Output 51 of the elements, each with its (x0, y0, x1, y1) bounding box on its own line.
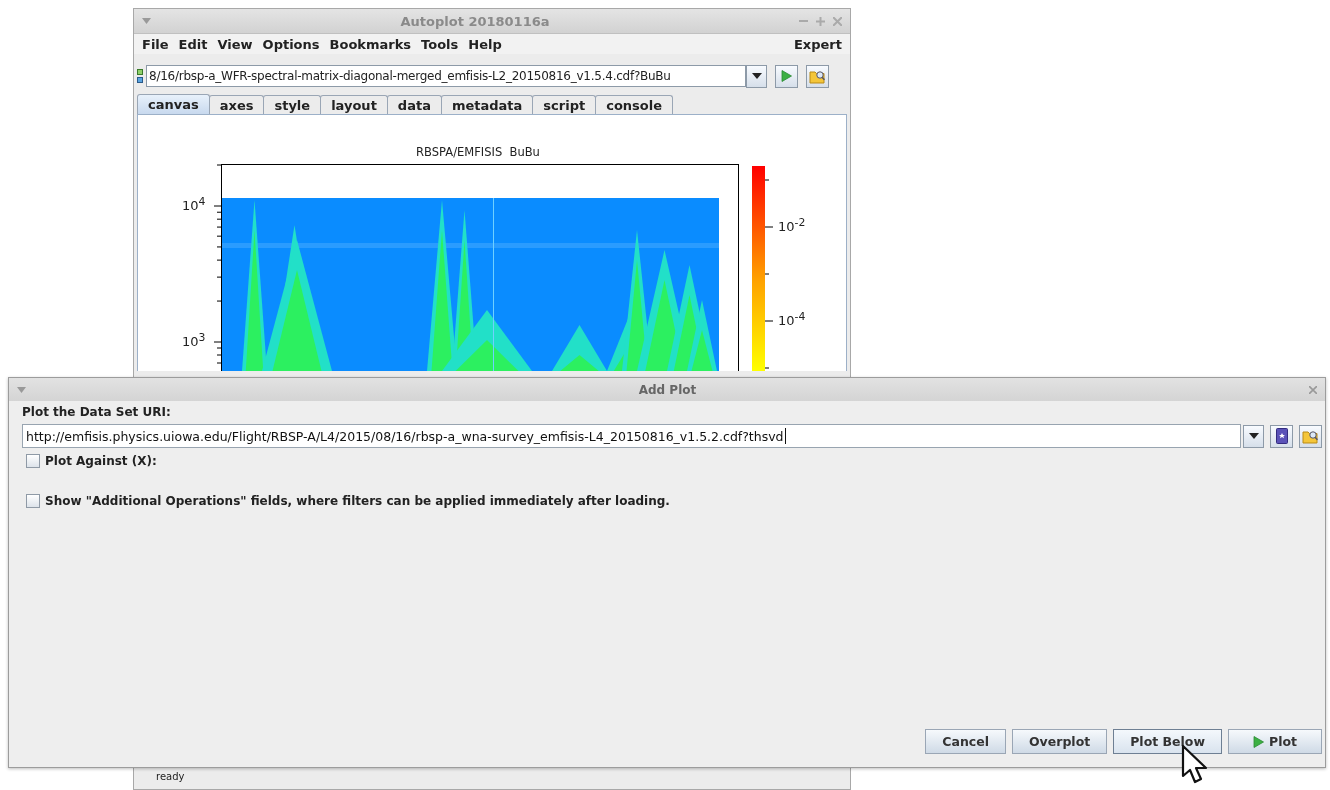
window-menu-icon (142, 18, 151, 24)
open-folder-icon (1302, 428, 1319, 444)
menu-item[interactable]: View (212, 36, 258, 52)
menu-item[interactable]: Tools (416, 36, 464, 52)
dialog-title: Add Plot (637, 382, 698, 397)
axis-tick-label: 10$^{3}$ (182, 331, 206, 350)
dropdown-button[interactable] (746, 64, 767, 88)
menu-item[interactable]: Bookmarks (324, 36, 417, 52)
uri-label: Plot the Data Set URI: (22, 405, 172, 419)
menu-item[interactable]: Options (257, 36, 325, 52)
browse-button[interactable] (806, 64, 829, 88)
checkbox-label: Show "Additional Operations" fields, where filters can be applied immediately after loading. (45, 494, 670, 508)
close-icon[interactable] (833, 16, 842, 26)
checkbox[interactable] (26, 494, 40, 508)
window-title: Autoplot 20180116a (399, 13, 551, 29)
axis-tick-label: 10$^{4}$ (182, 195, 206, 214)
bookmarks-button[interactable] (1270, 424, 1293, 448)
maximize-icon[interactable] (816, 16, 825, 26)
menu-item[interactable]: Expert (789, 36, 847, 52)
dialog-button[interactable]: Cancel (925, 729, 1006, 754)
open-folder-icon (809, 68, 826, 84)
tab[interactable]: console (595, 95, 674, 114)
tab[interactable]: script (532, 95, 597, 114)
window-menu-icon (17, 386, 26, 393)
bookmark-book-icon (1275, 428, 1288, 444)
checkbox[interactable] (26, 454, 40, 468)
plot-button[interactable] (775, 64, 798, 88)
play-icon (1253, 735, 1264, 748)
dialog-button[interactable]: Plot Below (1113, 729, 1222, 754)
plot-title: RBSPA/EMFISIS BuBu (415, 145, 541, 159)
dropdown-arrow-icon (1248, 433, 1259, 439)
uri-field[interactable]: 8/16/rbsp-a_WFR-spectral-matrix-diagonal-merged_emfisis-L2_20150816_v1.5.4.cdf?BuBu (146, 65, 746, 87)
menu-item[interactable]: Help (463, 36, 507, 52)
play-icon (781, 70, 792, 82)
colorbar-tick-label: 10$^{-2}$ (778, 216, 806, 235)
menu-item[interactable]: Edit (173, 36, 213, 52)
checkbox-label: Plot Against (X): (45, 454, 157, 468)
status-text: ready (156, 770, 185, 782)
tab[interactable]: canvas (137, 94, 210, 114)
dropdown-arrow-icon (751, 73, 762, 79)
dialog-button[interactable]: Plot (1228, 729, 1322, 754)
tab[interactable]: layout (320, 95, 388, 114)
dialog-button[interactable]: Overplot (1012, 729, 1108, 754)
browse-button[interactable] (1299, 424, 1322, 448)
close-icon[interactable] (1309, 385, 1317, 394)
menu-item[interactable]: File (137, 36, 174, 52)
dropdown-button[interactable] (1243, 424, 1264, 448)
colorbar-tick-label: 10$^{-4}$ (778, 310, 806, 329)
uri-input-field[interactable]: http://emfisis.physics.uiowa.edu/Flight/RBSP-A/L4/2015/08/16/rbsp-a_wna-survey_emfisis-L4_20150816_v1.5.2.cdf?thsvd (22, 424, 1241, 448)
status-indicator-icon (137, 68, 143, 84)
tab[interactable]: style (263, 95, 322, 114)
